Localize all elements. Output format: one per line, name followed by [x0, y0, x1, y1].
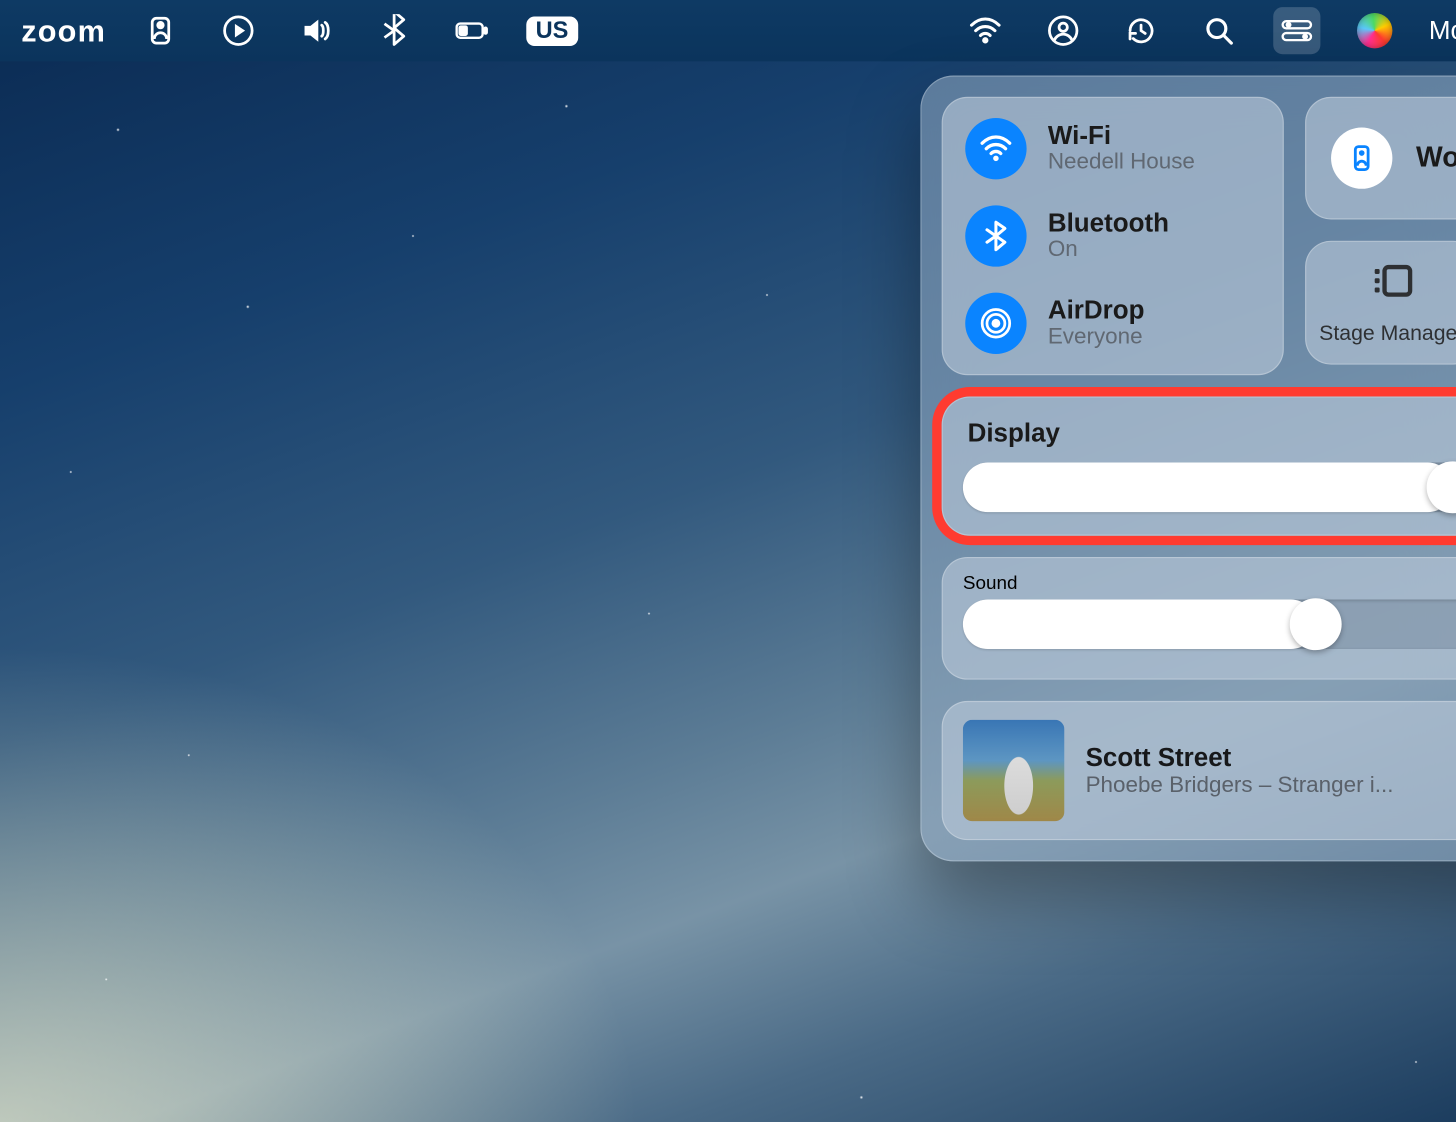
control-center-icon[interactable]	[1273, 7, 1320, 54]
focus-icon[interactable]	[1331, 127, 1392, 188]
connectivity-tile: Wi-Fi Needell House Bluetooth On	[942, 97, 1284, 375]
bluetooth-toggle-icon[interactable]	[965, 205, 1026, 266]
battery-icon[interactable]	[448, 7, 495, 54]
control-center-panel: Wi-Fi Needell House Bluetooth On	[920, 76, 1456, 862]
siri-icon[interactable]	[1351, 7, 1398, 54]
play-icon[interactable]	[215, 7, 262, 54]
now-playing-tile: Scott Street Phoebe Bridgers – Stranger …	[942, 701, 1456, 840]
bluetooth-row[interactable]: Bluetooth On	[965, 205, 1260, 266]
airdrop-toggle-icon[interactable]	[965, 293, 1026, 354]
wifi-toggle-icon[interactable]	[965, 118, 1026, 179]
airdrop-title: AirDrop	[1048, 296, 1145, 325]
spotlight-icon[interactable]	[1195, 7, 1242, 54]
media-song: Scott Street	[1086, 742, 1456, 773]
display-title: Display	[968, 418, 1456, 449]
airdrop-row[interactable]: AirDrop Everyone	[965, 293, 1260, 354]
zoom-meeting-icon[interactable]	[137, 7, 184, 54]
input-source-badge: US	[526, 16, 578, 45]
focus-label: Work	[1416, 142, 1456, 175]
wifi-title: Wi-Fi	[1048, 122, 1195, 151]
focus-tile[interactable]: Work	[1305, 97, 1456, 220]
airdrop-status: Everyone	[1048, 325, 1145, 351]
sound-tile: Sound	[942, 557, 1456, 680]
display-tile: Display	[942, 396, 1456, 535]
stage-manager-tile[interactable]: Stage Manager	[1305, 241, 1456, 365]
brightness-slider[interactable]	[963, 463, 1456, 513]
media-artist: Phoebe Bridgers – Stranger i...	[1086, 773, 1456, 799]
stage-manager-icon	[1368, 257, 1415, 310]
wifi-icon[interactable]	[962, 7, 1009, 54]
bluetooth-icon[interactable]	[370, 7, 417, 54]
wifi-row[interactable]: Wi-Fi Needell House	[965, 118, 1260, 179]
wifi-status: Needell House	[1048, 150, 1195, 176]
app-name: zoom	[21, 12, 106, 49]
volume-thumb[interactable]	[1290, 598, 1342, 650]
input-source[interactable]: US	[526, 7, 578, 54]
volume-fill	[963, 599, 1316, 649]
sound-title: Sound	[963, 573, 1456, 594]
bluetooth-title: Bluetooth	[1048, 209, 1169, 238]
volume-icon[interactable]	[293, 7, 340, 54]
menubar-datetime[interactable]: Mon Apr 10 5:51:51 PM	[1429, 15, 1456, 46]
brightness-fill	[963, 463, 1452, 513]
stage-manager-label: Stage Manager	[1319, 322, 1456, 345]
menubar: zoom US	[0, 0, 1456, 61]
volume-slider[interactable]	[963, 599, 1456, 649]
album-art	[963, 720, 1064, 821]
timemachine-icon[interactable]	[1117, 7, 1164, 54]
bluetooth-status: On	[1048, 237, 1169, 263]
user-icon[interactable]	[1039, 7, 1086, 54]
